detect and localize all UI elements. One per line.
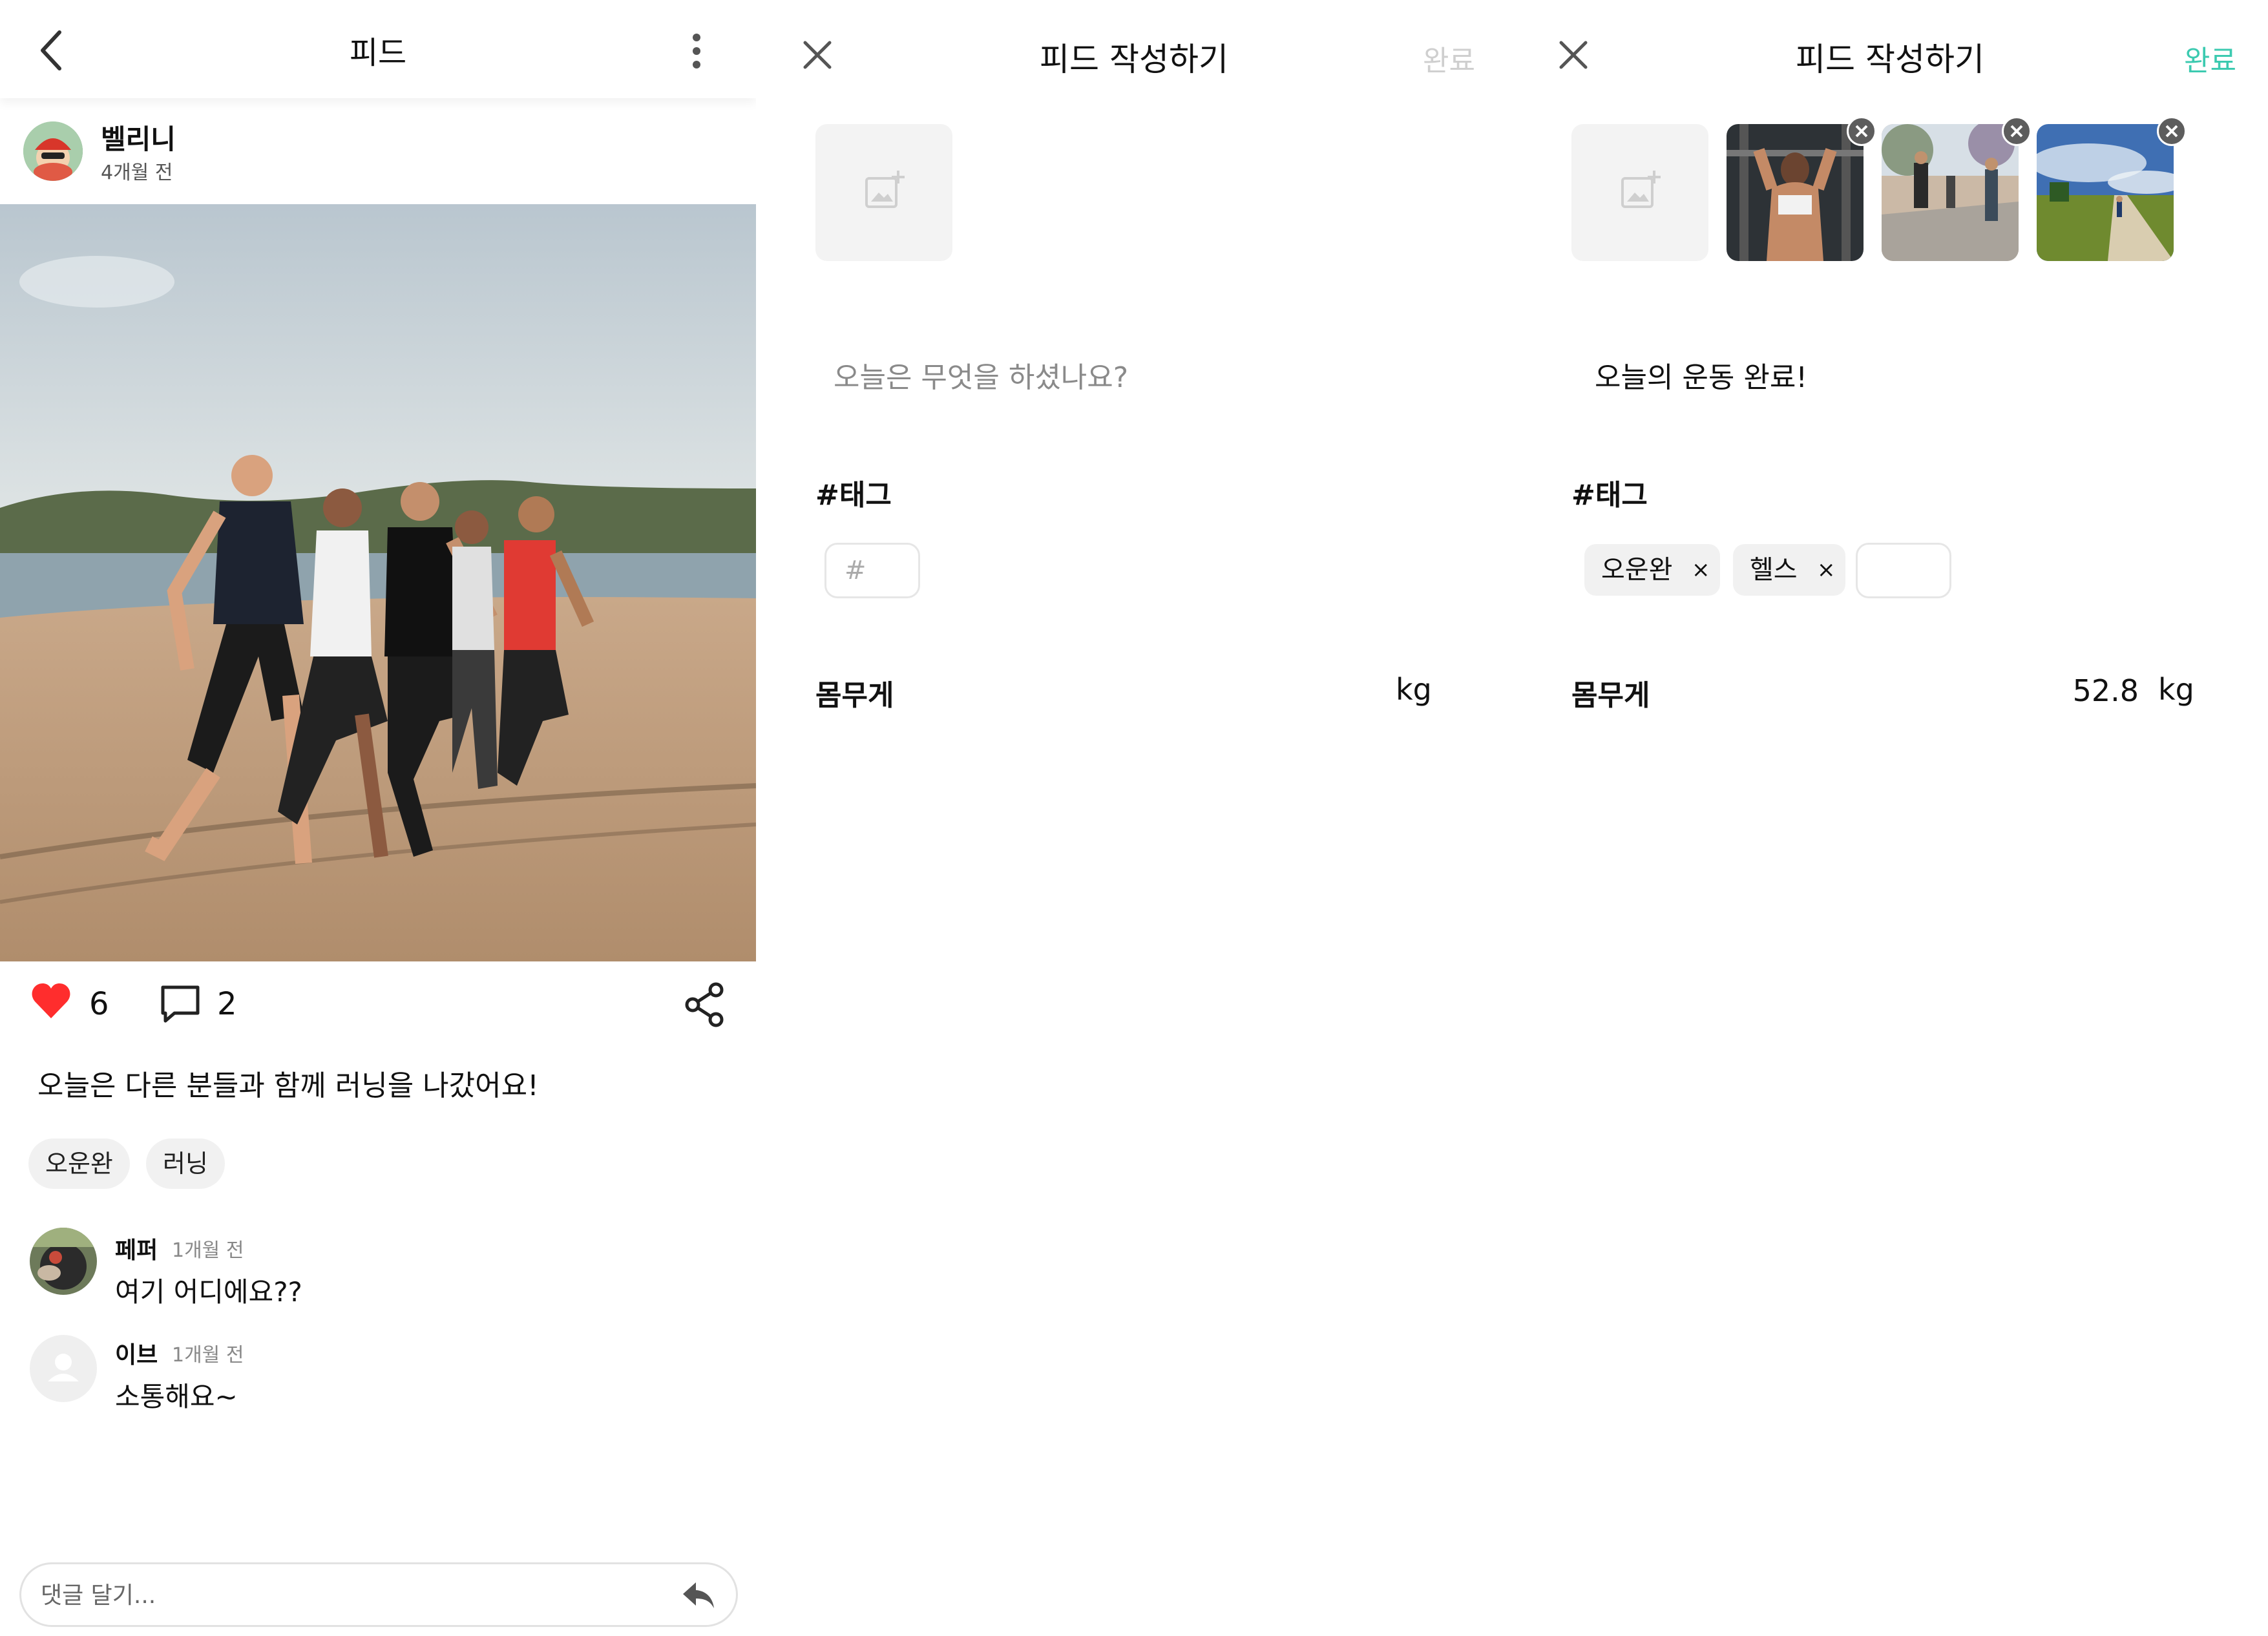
tag-input[interactable] — [1856, 543, 1951, 598]
tag-chip-label: 헬스 — [1750, 555, 1798, 585]
user-placeholder-icon — [48, 1354, 79, 1381]
content-input[interactable]: 오늘의 운동 완료! — [1595, 354, 1807, 395]
author-avatar[interactable] — [23, 121, 83, 181]
comment-input-bar — [19, 1562, 738, 1627]
tag-chip[interactable]: 러닝 — [146, 1138, 225, 1189]
close-icon — [2165, 125, 2178, 138]
comment-time: 1개월 전 — [172, 1344, 244, 1367]
photo-thumbnail[interactable] — [2037, 124, 2174, 261]
remove-photo-button[interactable] — [2002, 116, 2032, 146]
tag-section-label: #태그 — [1571, 479, 1648, 512]
done-button[interactable]: 완료 — [1423, 37, 1475, 79]
page-title: 피드 작성하기 — [1796, 41, 1984, 78]
reply-icon[interactable] — [680, 1580, 717, 1612]
comment-input[interactable] — [41, 1576, 661, 1615]
comment-author[interactable]: 페퍼 — [115, 1232, 158, 1265]
author-name[interactable]: 벨리니 — [101, 118, 176, 157]
close-icon — [1855, 125, 1868, 138]
comment-author[interactable]: 이브 — [115, 1336, 158, 1370]
share-icon[interactable] — [684, 982, 726, 1027]
post-photo[interactable] — [0, 204, 756, 961]
done-button[interactable]: 완료 — [2184, 37, 2236, 79]
page-title: 피드 — [349, 35, 407, 71]
tag-chip: 오운완 × — [1584, 544, 1720, 596]
write-feed-screen-empty: 피드 작성하기 완료 오늘은 무엇을 하셨나요? #태그 # 몸무게 kg — [756, 0, 1512, 1636]
post-time: 4개월 전 — [101, 162, 173, 184]
tag-chip[interactable]: 오운완 — [28, 1138, 130, 1189]
post-caption: 오늘은 다른 분들과 함께 러닝을 나갔어요! — [37, 1069, 539, 1102]
add-image-icon — [1621, 171, 1661, 208]
more-vertical-icon[interactable] — [678, 28, 715, 74]
remove-photo-button[interactable] — [1847, 116, 1876, 146]
tag-chip: 헬스 × — [1733, 544, 1845, 596]
add-photo-button[interactable] — [815, 124, 952, 261]
heart-icon[interactable] — [30, 982, 72, 1021]
photo-thumbnail[interactable] — [1882, 124, 2019, 261]
weight-input[interactable]: 52.8 — [2048, 673, 2139, 708]
like-count: 6 — [89, 986, 109, 1022]
remove-photo-button[interactable] — [2157, 116, 2187, 146]
comment-count: 2 — [217, 986, 237, 1022]
comment-text: 소통해요~ — [115, 1381, 238, 1412]
comment-time: 1개월 전 — [172, 1239, 244, 1262]
remove-tag-button[interactable]: × — [1692, 544, 1710, 596]
close-icon — [2010, 125, 2023, 138]
feed-screen: 피드 벨리니 4개월 전 6 2 오늘은 다른 분들과 함께 러닝을 나갔어요!… — [0, 0, 756, 1636]
weight-label: 몸무게 — [1571, 679, 1650, 712]
feed-header: 피드 — [0, 0, 756, 98]
weight-unit: kg — [2158, 672, 2194, 707]
add-photo-button[interactable] — [1571, 124, 1708, 261]
remove-tag-button[interactable]: × — [1817, 544, 1836, 596]
weight-unit: kg — [1396, 672, 1432, 707]
tag-input[interactable]: # — [824, 543, 920, 598]
comment-text: 여기 어디에요?? — [115, 1276, 302, 1308]
content-input[interactable]: 오늘은 무엇을 하셨나요? — [834, 354, 1128, 395]
write-feed-screen-filled: 피드 작성하기 완료 오늘의 운동 완료! #태그 오운완 × 헬스 × 몸무게… — [1512, 0, 2268, 1636]
tag-section-label: #태그 — [815, 479, 892, 512]
weight-label: 몸무게 — [815, 679, 894, 712]
add-image-icon — [865, 171, 905, 208]
avatar[interactable] — [30, 1228, 97, 1295]
comment-icon[interactable] — [159, 983, 202, 1025]
avatar[interactable] — [30, 1335, 97, 1402]
photo-thumbnail[interactable] — [1727, 124, 1864, 261]
page-title: 피드 작성하기 — [1040, 41, 1228, 78]
tag-chip-label: 오운완 — [1601, 555, 1673, 585]
